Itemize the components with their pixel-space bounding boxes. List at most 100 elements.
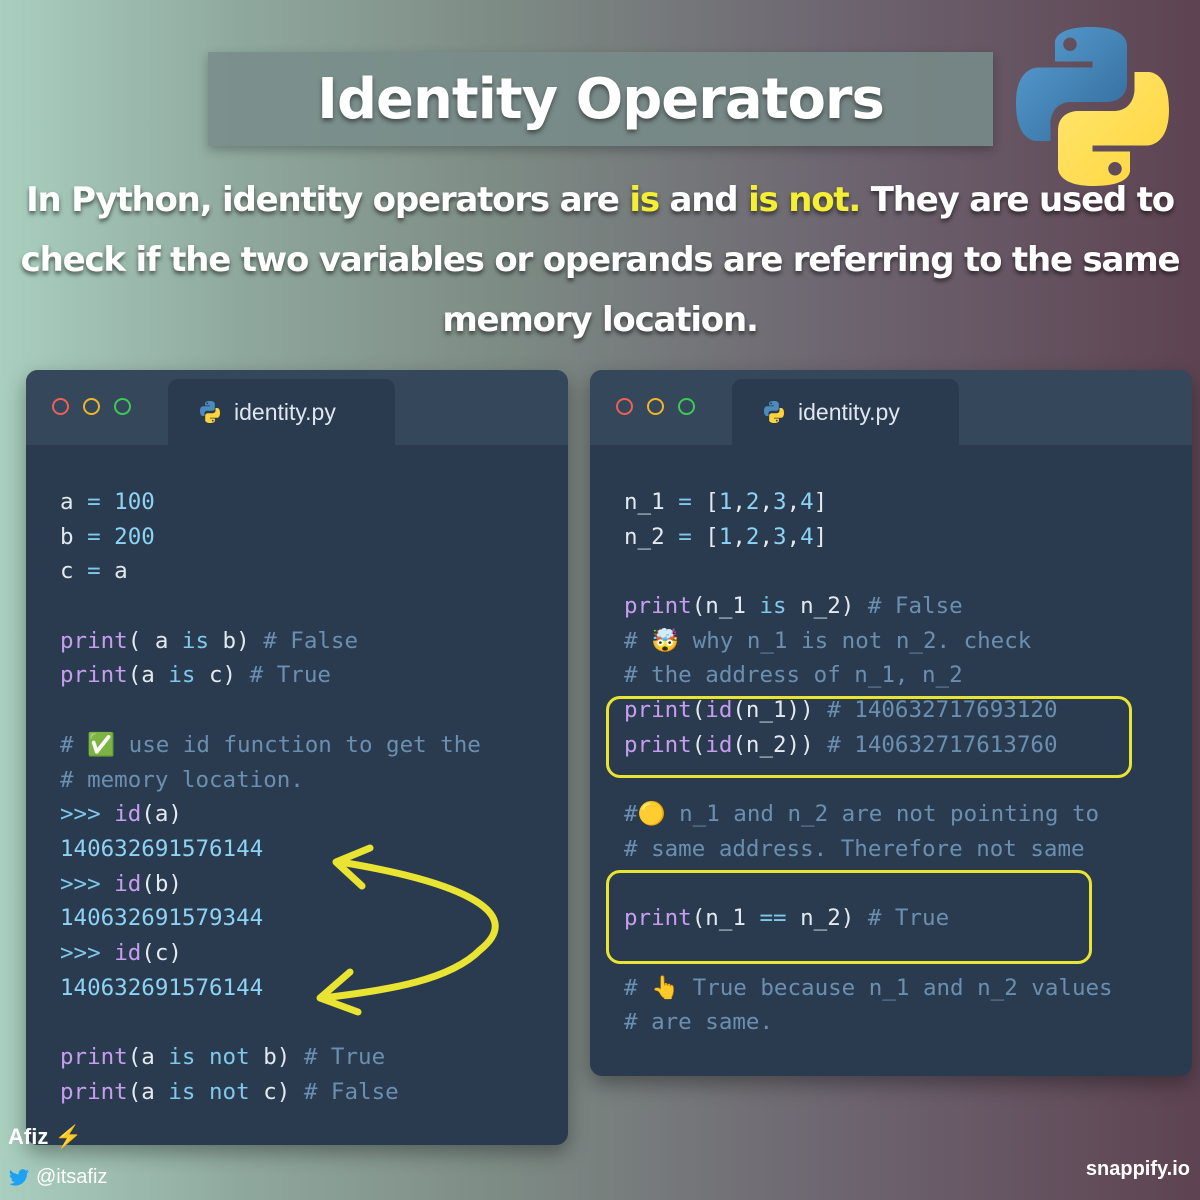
intro-text: In Python, identity operators are is and… [20, 170, 1181, 350]
code-line: n_1 = [1,2,3,4] [624, 485, 1113, 520]
code-token: [ [691, 489, 719, 515]
code-token: c [60, 558, 88, 585]
author-name: Afiz ⚡ [8, 1124, 82, 1149]
code-token: = [678, 523, 692, 550]
code-token: 4 [800, 489, 814, 515]
minimize-dot[interactable] [83, 398, 100, 415]
code-token: # False [303, 1078, 399, 1105]
code-token: = [678, 489, 692, 515]
code-token: 200 [100, 523, 155, 550]
code-token: #🟡 n_1 and n_2 are not pointing to [624, 801, 1100, 828]
code-token: # True [303, 1044, 386, 1070]
code-token: , [759, 489, 774, 515]
code-token: n_1 [624, 489, 679, 515]
code-token: ] [813, 489, 828, 515]
code-token: print [60, 1044, 128, 1070]
code-token: a [100, 558, 128, 585]
code-token: , [786, 523, 801, 550]
twitter-handle[interactable]: @itsafiz [8, 1166, 107, 1189]
code-token: 1 [718, 489, 733, 515]
code-line: # memory location. [60, 763, 481, 798]
code-token: # the address of n_1, n_2 [624, 662, 963, 689]
close-dot[interactable] [616, 398, 633, 415]
code-token: (a) [141, 801, 182, 828]
maximize-dot[interactable] [114, 398, 131, 415]
code-token: 2 [745, 489, 760, 515]
code-token: c) [195, 662, 250, 689]
code-token: id [114, 870, 142, 897]
code-line: a = 100 [60, 485, 481, 520]
intro-keyword-is: is [629, 180, 660, 220]
code-line: print(n_1 is n_2) # False [624, 589, 1113, 624]
code-token: ( a [127, 627, 182, 654]
code-token: , [786, 489, 801, 515]
code-token: # True [249, 662, 331, 689]
code-token: 3 [773, 489, 787, 515]
code-token: , [732, 489, 746, 515]
curved-double-arrow [316, 844, 499, 1016]
code-line: #🟡 n_1 and n_2 are not pointing to [624, 797, 1113, 832]
code-token: b) [249, 1044, 304, 1070]
code-line: print(a is not b) # True [60, 1040, 481, 1075]
intro-part-1: In Python, identity operators are [26, 180, 630, 220]
code-token: (b) [141, 870, 182, 897]
code-line: print(a is not c) # False [60, 1075, 481, 1110]
code-line: # ✅ use id function to get the [60, 728, 481, 763]
code-token: n_2 [624, 523, 679, 550]
code-token: is [181, 627, 210, 654]
minimize-dot[interactable] [647, 398, 664, 415]
code-line: # 🤯 why n_1 is not n_2. check [624, 624, 1113, 659]
code-token: print [60, 662, 128, 689]
file-tab[interactable]: identity.py [732, 379, 959, 445]
code-token: # 🤯 why n_1 is not n_2. check [624, 627, 1032, 654]
python-file-icon [764, 401, 784, 423]
page-title: Identity Operators [317, 66, 885, 132]
code-token: a [60, 489, 88, 515]
file-tab[interactable]: identity.py [168, 379, 395, 445]
file-tab-label: identity.py [234, 398, 336, 425]
close-dot[interactable] [52, 398, 69, 415]
code-token: is not [168, 1044, 250, 1070]
code-line: print(a is c) # True [60, 658, 481, 693]
code-token: >>> [60, 801, 115, 828]
code-line: # the address of n_1, n_2 [624, 658, 1113, 693]
highlight-box-equality [606, 870, 1092, 964]
maximize-dot[interactable] [678, 398, 695, 415]
code-line: >>> id(a) [60, 797, 481, 832]
code-token: # 👆 True because n_1 and n_2 values [624, 974, 1113, 1001]
code-token: # False [263, 627, 359, 654]
code-token: b) [209, 627, 264, 654]
code-line: # 👆 True because n_1 and n_2 values [624, 971, 1113, 1006]
code-token: # same address. Therefore not same [624, 835, 1085, 862]
code-token: id [114, 939, 142, 966]
code-token: print [60, 627, 128, 654]
code-token: (a [127, 662, 169, 689]
code-token: 140632691579344 [60, 905, 264, 932]
twitter-handle-label: @itsafiz [36, 1166, 108, 1188]
code-token: >>> [60, 939, 115, 966]
brand-watermark: snappify.io [1085, 1158, 1190, 1180]
code-token: id [114, 801, 142, 828]
code-token: c) [249, 1078, 304, 1105]
code-token: = [87, 523, 101, 550]
intro-keyword-is-not: is not. [748, 180, 861, 220]
code-token: , [732, 523, 746, 550]
python-file-icon [200, 401, 220, 423]
intro-part-2: and [658, 180, 749, 220]
code-token: # are same. [624, 1009, 774, 1036]
code-token: 140632691576144 [60, 835, 264, 862]
file-tab-label: identity.py [798, 398, 900, 425]
code-token: (a [127, 1078, 169, 1105]
code-token: 3 [773, 523, 787, 550]
code-token: [ [691, 523, 719, 550]
code-token: b [60, 523, 88, 550]
code-token: is not [168, 1078, 250, 1105]
code-token: n_2) [786, 593, 868, 620]
code-token: 1 [718, 523, 733, 550]
window-titlebar: identity.py [590, 370, 1192, 445]
title-banner: Identity Operators [208, 52, 993, 146]
code-token: = [87, 489, 101, 515]
code-token: 2 [745, 523, 760, 550]
code-token: = [87, 558, 101, 585]
